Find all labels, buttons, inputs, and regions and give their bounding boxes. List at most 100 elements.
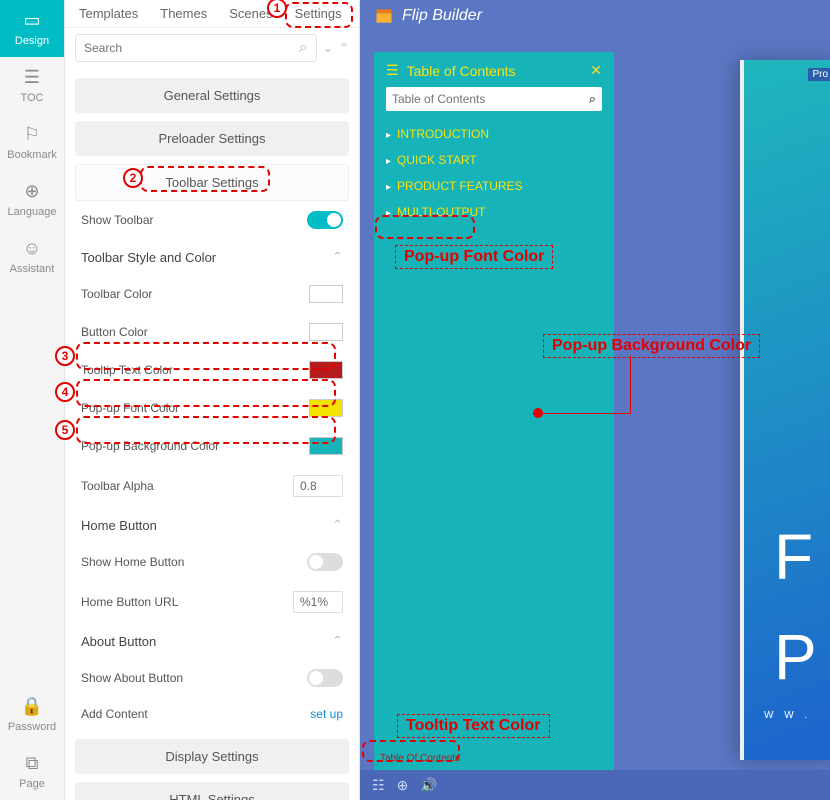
sidebar-item-label: Password	[8, 721, 56, 733]
collapse-all-icon[interactable]: ⌃	[339, 41, 349, 55]
sidebar-item-label: Bookmark	[7, 149, 57, 161]
toc-panel: ☰ Table of Contents ✕ ⌕ INTRODUCTION QUI…	[374, 52, 614, 772]
settings-scroll: General Settings Preloader Settings Tool…	[65, 68, 359, 800]
label-show-toolbar: Show Toolbar	[81, 213, 154, 227]
label-popup-bg-color: Pop-up Background Color	[81, 439, 219, 453]
label-about-button: About Button	[81, 634, 156, 649]
toc-link[interactable]: PRODUCT FEATURES	[386, 173, 602, 199]
label-popup-font-color: Pop-up Font Color	[81, 401, 179, 415]
toggle-show-home[interactable]	[307, 553, 343, 571]
label-button-color: Button Color	[81, 325, 148, 339]
app-title: Flip Builder	[402, 7, 482, 25]
sidebar-item-label: Language	[8, 206, 57, 218]
settings-panel: Templates Themes Scenes Settings ⌕ ⌄ ⌃ G…	[65, 0, 360, 800]
row-home-url: Home Button URL	[75, 581, 349, 623]
label-home-url: Home Button URL	[81, 595, 178, 609]
input-toolbar-alpha[interactable]	[293, 475, 343, 497]
search-box[interactable]: ⌕	[75, 34, 317, 62]
sidebar-item-label: Assistant	[10, 263, 55, 275]
sidebar-item-toc[interactable]: ☰ TOC	[0, 57, 64, 114]
toc-link[interactable]: QUICK START	[386, 147, 602, 173]
swatch-popup-font-color[interactable]	[309, 399, 343, 417]
row-button-color: Button Color	[75, 313, 349, 351]
toggle-show-toolbar[interactable]	[307, 211, 343, 229]
row-home-button[interactable]: Home Button ⌃	[75, 507, 349, 543]
row-style-color[interactable]: Toolbar Style and Color ⌃	[75, 239, 349, 275]
sidebar-item-bookmark[interactable]: ⚐ Bookmark	[0, 114, 64, 171]
tab-themes[interactable]: Themes	[160, 6, 207, 21]
cover-url: W W .	[764, 710, 811, 721]
chat-icon: ☺	[23, 238, 41, 259]
preview-pane: Flip Builder ☰ Table of Contents ✕ ⌕ INT…	[360, 0, 830, 800]
swatch-tooltip-color[interactable]	[309, 361, 343, 379]
sidebar-item-label: Page	[19, 778, 45, 790]
row-show-home: Show Home Button	[75, 543, 349, 581]
search-row: ⌕ ⌄ ⌃	[65, 28, 359, 68]
toc-icon: ☰	[24, 67, 40, 88]
cover-letter-f: F	[774, 520, 813, 594]
section-display[interactable]: Display Settings	[75, 739, 349, 774]
row-show-toolbar: Show Toolbar	[75, 201, 349, 239]
expand-all-icon[interactable]: ⌄	[323, 41, 333, 55]
label-toolbar-color: Toolbar Color	[81, 287, 152, 301]
label-toolbar-alpha: Toolbar Alpha	[81, 479, 154, 493]
toc-search-box[interactable]: ⌕	[386, 87, 602, 111]
list-icon: ☰	[386, 62, 399, 79]
section-preloader[interactable]: Preloader Settings	[75, 121, 349, 156]
label-home-button: Home Button	[81, 518, 157, 533]
row-add-content: Add Content set up	[75, 697, 349, 731]
sidebar-item-design[interactable]: ▭ Design	[0, 0, 64, 57]
sidebar-item-password[interactable]: 🔒 Password	[0, 686, 64, 743]
toc-title: Table of Contents	[407, 63, 516, 79]
search-input[interactable]	[84, 41, 299, 55]
toc-search-input[interactable]	[392, 92, 589, 106]
lock-icon: 🔒	[21, 696, 43, 717]
section-general[interactable]: General Settings	[75, 78, 349, 113]
tab-templates[interactable]: Templates	[79, 6, 138, 21]
chevron-up-icon: ⌃	[332, 517, 343, 533]
zoom-icon[interactable]: ⊕	[397, 777, 409, 794]
app-title-bar: Flip Builder	[360, 0, 830, 32]
top-tabs: Templates Themes Scenes Settings	[65, 0, 359, 28]
swatch-button-color[interactable]	[309, 323, 343, 341]
sidebar-item-label: Design	[15, 35, 49, 47]
label-add-content: Add Content	[81, 707, 148, 721]
thumbnails-icon[interactable]: ☷	[372, 777, 385, 794]
app-logo-icon	[374, 6, 394, 26]
toc-link[interactable]: INTRODUCTION	[386, 121, 602, 147]
sidebar-item-page[interactable]: ⧉ Page	[0, 743, 64, 800]
left-rail: ▭ Design ☰ TOC ⚐ Bookmark ⊕ Language ☺ A…	[0, 0, 65, 800]
section-toolbar[interactable]: Toolbar Settings	[75, 164, 349, 201]
input-home-url[interactable]	[293, 591, 343, 613]
section-html[interactable]: HTML Settings	[75, 782, 349, 800]
link-setup[interactable]: set up	[310, 707, 343, 721]
pro-badge: Pro	[808, 68, 830, 81]
sidebar-item-assistant[interactable]: ☺ Assistant	[0, 228, 64, 285]
toc-header: ☰ Table of Contents ✕	[386, 62, 602, 79]
sound-icon[interactable]: 🔊	[420, 777, 437, 794]
sidebar-item-label: TOC	[20, 92, 43, 104]
tooltip-demo: Table Of Contents	[374, 751, 466, 766]
row-about-button[interactable]: About Button ⌃	[75, 623, 349, 659]
tab-scenes[interactable]: Scenes	[229, 6, 272, 21]
bookmark-icon: ⚐	[24, 124, 40, 145]
page-icon: ⧉	[26, 753, 39, 774]
toggle-show-about[interactable]	[307, 669, 343, 687]
bottom-toolbar: ☷ ⊕ 🔊	[360, 770, 830, 800]
label-show-home: Show Home Button	[81, 555, 184, 569]
tab-settings[interactable]: Settings	[295, 6, 342, 21]
row-tooltip-color: Tooltip Text Color	[75, 351, 349, 389]
toc-link[interactable]: MULTI-OUTPUT	[386, 199, 602, 225]
search-icon[interactable]: ⌕	[589, 91, 596, 107]
swatch-toolbar-color[interactable]	[309, 285, 343, 303]
book-cover: Pro F P W W .	[740, 60, 830, 760]
chevron-up-icon: ⌃	[332, 633, 343, 649]
row-toolbar-alpha: Toolbar Alpha	[75, 465, 349, 507]
swatch-popup-bg-color[interactable]	[309, 437, 343, 455]
close-icon[interactable]: ✕	[590, 62, 602, 79]
row-toolbar-color: Toolbar Color	[75, 275, 349, 313]
chevron-up-icon: ⌃	[332, 249, 343, 265]
search-icon[interactable]: ⌕	[299, 39, 308, 57]
sidebar-item-language[interactable]: ⊕ Language	[0, 171, 64, 228]
monitor-icon: ▭	[23, 10, 40, 31]
